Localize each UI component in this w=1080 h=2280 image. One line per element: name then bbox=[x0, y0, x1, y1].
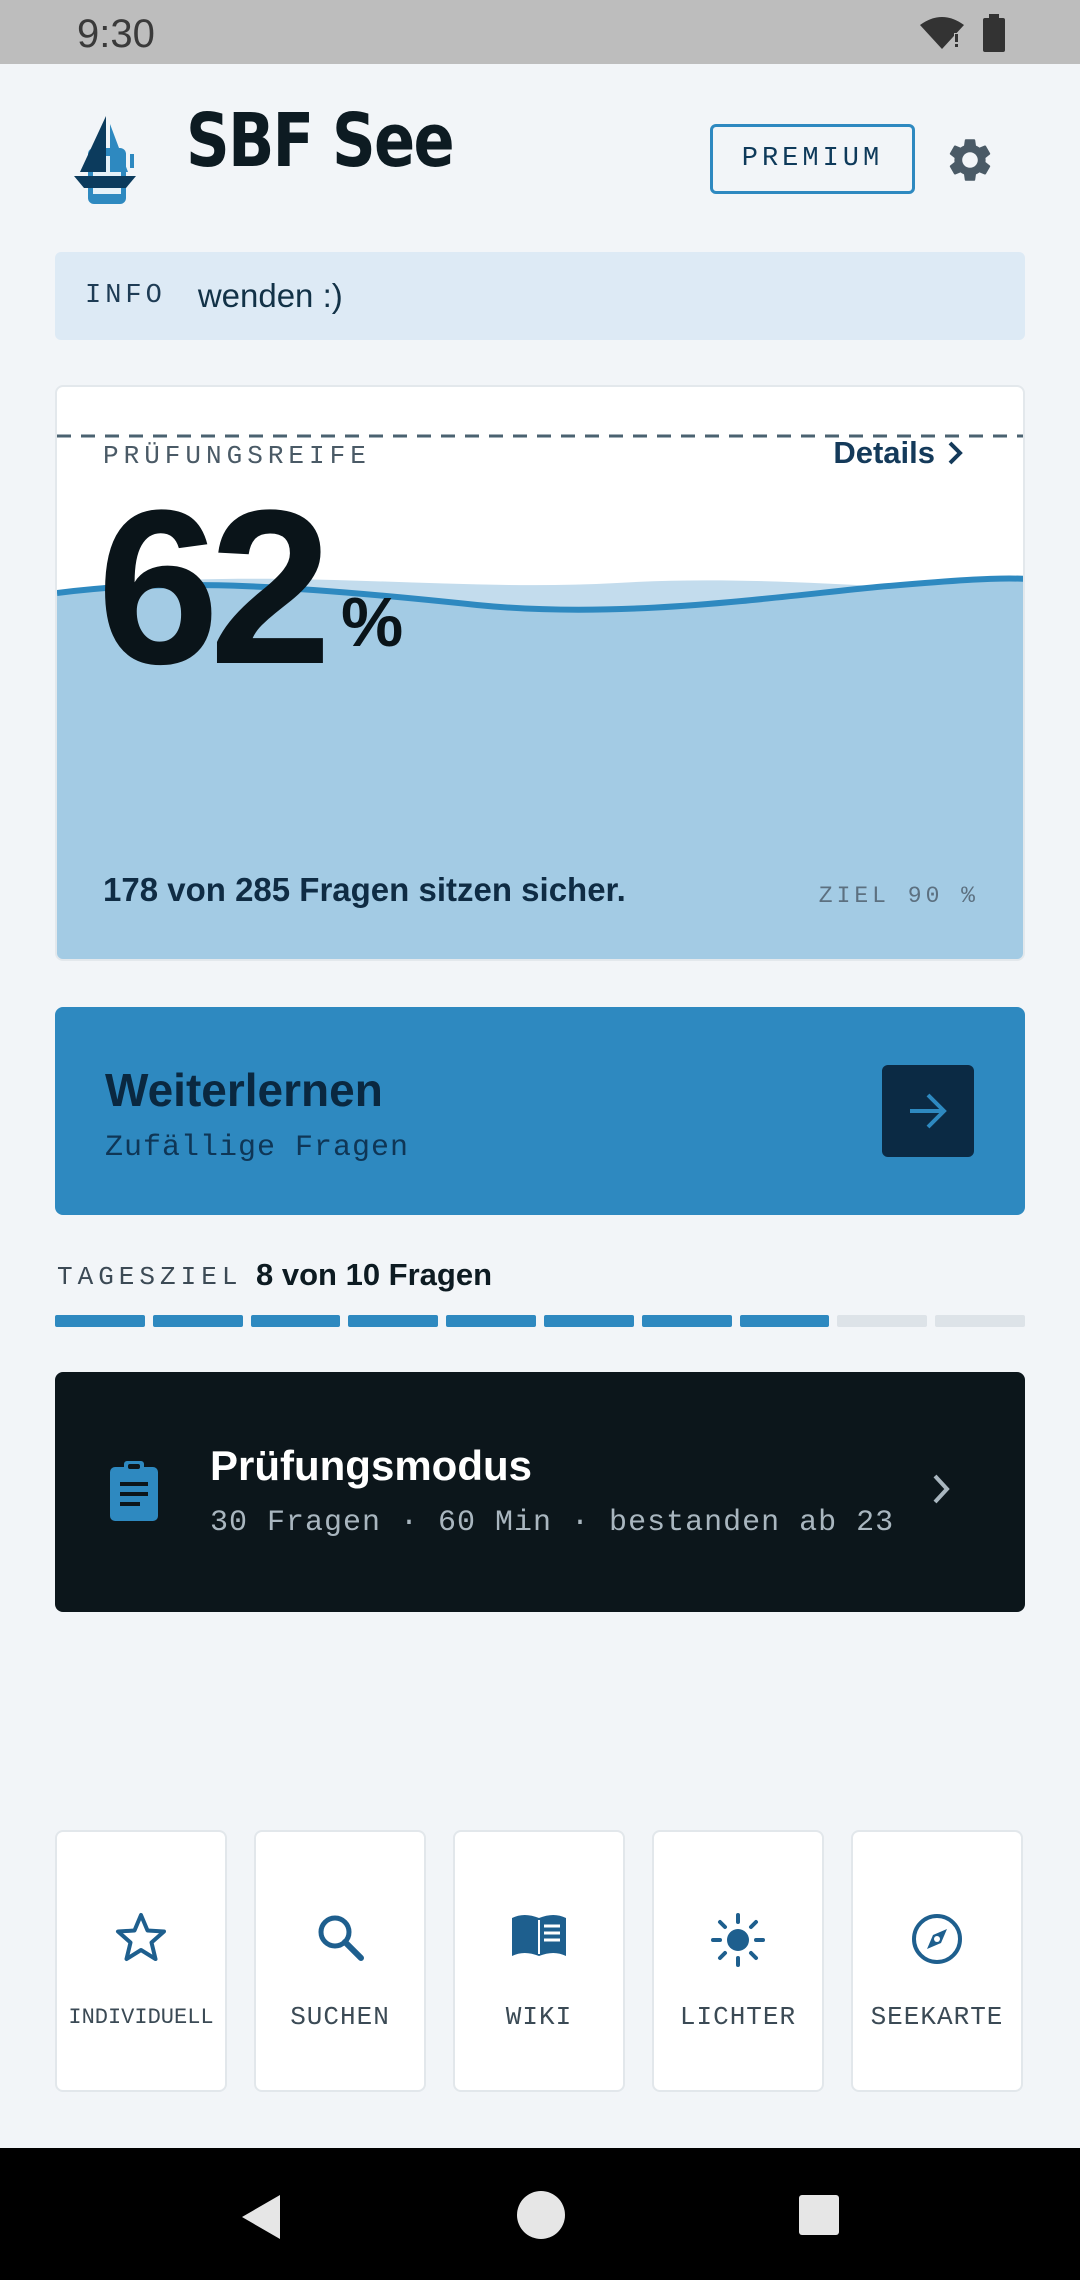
continue-button[interactable] bbox=[882, 1065, 974, 1157]
back-icon[interactable] bbox=[238, 2192, 284, 2242]
continue-subtitle: Zufällige Fragen bbox=[105, 1131, 410, 1165]
continue-title: Weiterlernen bbox=[105, 1064, 383, 1116]
exam-mode-card[interactable]: Prüfungsmodus 30 Fragen · 60 Min · besta… bbox=[55, 1372, 1025, 1612]
recent-apps-icon[interactable] bbox=[798, 2194, 840, 2236]
tool-tile-seekarte[interactable]: SEEKARTE bbox=[851, 1830, 1023, 2092]
info-message: wenden :) bbox=[197, 277, 343, 314]
tool-label: SUCHEN bbox=[290, 2002, 390, 2032]
app-logo-icon bbox=[74, 116, 136, 204]
arrow-right-icon bbox=[910, 1093, 947, 1129]
battery-icon bbox=[983, 14, 1005, 52]
tool-label: WIKI bbox=[505, 2002, 573, 2032]
tool-tile-suchen[interactable]: SUCHEN bbox=[254, 1830, 426, 2092]
chevron-right-icon bbox=[933, 1474, 950, 1504]
status-time: 9:30 bbox=[77, 12, 155, 56]
exam-mode-title: Prüfungsmodus bbox=[210, 1442, 532, 1489]
app-title: SBF See bbox=[186, 98, 455, 184]
compass-icon bbox=[912, 1914, 962, 1964]
daily-goal-segment bbox=[446, 1315, 536, 1327]
status-bar: 9:30 bbox=[0, 0, 1080, 64]
wifi-icon bbox=[920, 17, 964, 49]
light-icon bbox=[711, 1913, 765, 1967]
premium-button[interactable]: PREMIUM bbox=[710, 124, 915, 194]
daily-goal-segment bbox=[641, 1315, 732, 1327]
daily-goal-segment bbox=[250, 1315, 341, 1327]
tool-tile-individuell[interactable]: INDIVIDUELL bbox=[55, 1830, 227, 2092]
tool-tile-lichter[interactable]: LICHTER bbox=[652, 1830, 824, 2092]
clipboard-icon bbox=[110, 1461, 158, 1521]
daily-goal-segment bbox=[739, 1315, 830, 1327]
daily-goal-segment bbox=[837, 1315, 928, 1327]
exam-readiness-card[interactable]: PRÜFUNGSREIFE Details 62 % 178 von 285 F… bbox=[55, 385, 1025, 961]
book-icon bbox=[512, 1915, 566, 1956]
readiness-percent: 62 bbox=[97, 464, 332, 710]
exam-mode-subtitle: 30 Fragen · 60 Min · bestanden ab 23 bbox=[210, 1506, 895, 1540]
tools-row: INDIVIDUELL SUCHEN WIKI LICHTER SEEKARTE bbox=[55, 1830, 1025, 2092]
daily-goal-segment bbox=[152, 1315, 243, 1327]
daily-goal-segment bbox=[55, 1315, 145, 1327]
continue-learning-card[interactable]: Weiterlernen Zufällige Fragen bbox=[55, 1007, 1025, 1215]
readiness-goal: ZIEL 90 % bbox=[818, 883, 979, 909]
tool-label: SEEKARTE bbox=[870, 2002, 1004, 2032]
daily-goal-progress bbox=[55, 1315, 1025, 1327]
daily-goal-segment bbox=[543, 1315, 634, 1327]
daily-goal-segment bbox=[348, 1315, 439, 1327]
info-banner: INFO wenden :) bbox=[55, 252, 1025, 340]
star-icon bbox=[116, 1913, 166, 1961]
details-link[interactable]: Details bbox=[833, 435, 965, 471]
info-tag: INFO bbox=[85, 281, 166, 311]
search-icon bbox=[318, 1915, 364, 1961]
readiness-percent-sign: % bbox=[341, 583, 404, 661]
daily-goal-label: TAGESZIEL bbox=[57, 1262, 243, 1292]
daily-goal-segment bbox=[935, 1315, 1025, 1327]
tool-label: LICHTER bbox=[679, 2002, 797, 2032]
readiness-summary: 178 von 285 Fragen sitzen sicher. bbox=[103, 871, 626, 908]
home-icon[interactable] bbox=[516, 2190, 566, 2240]
tool-tile-wiki[interactable]: WIKI bbox=[453, 1830, 625, 2092]
tool-label: INDIVIDUELL bbox=[68, 2005, 214, 2030]
gear-icon[interactable] bbox=[944, 134, 996, 186]
details-label: Details bbox=[833, 435, 935, 470]
system-navigation-bar bbox=[0, 2148, 1080, 2280]
daily-goal-value: 8 von 10 Fragen bbox=[256, 1257, 493, 1292]
chevron-right-icon bbox=[948, 441, 963, 465]
